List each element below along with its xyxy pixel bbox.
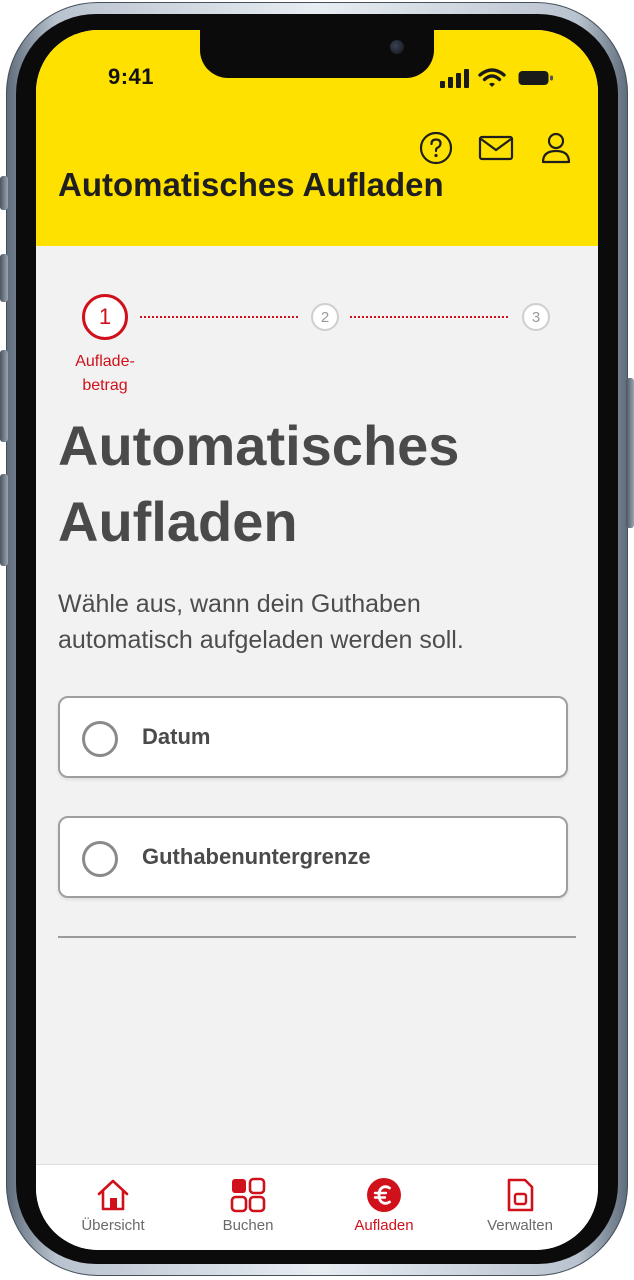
- option-datum-label: Datum: [142, 724, 211, 749]
- progress-stepper: 1 2 3 Auflade- betrag: [36, 294, 598, 404]
- notch: [200, 30, 434, 78]
- step-3-indicator: 3: [522, 303, 550, 331]
- page-description: Wähle aus, wann dein Guthaben automatisc…: [58, 586, 578, 658]
- nav-item-aufladen[interactable]: Aufladen: [324, 1177, 444, 1247]
- radio-datum[interactable]: [82, 721, 118, 757]
- nav-label-verwalten: Verwalten: [487, 1217, 553, 1234]
- step-connector-1: [140, 316, 298, 318]
- page-title-line1: Automatisches: [58, 414, 460, 477]
- bottom-navigation: Übersicht Buchen Aufladen Verwalten: [36, 1164, 598, 1250]
- mail-icon[interactable]: [478, 130, 514, 166]
- nav-label-uebersicht: Übersicht: [81, 1217, 145, 1234]
- nav-label-buchen: Buchen: [222, 1217, 274, 1234]
- page-description-line2: automatisch aufgeladen werden soll.: [58, 626, 464, 654]
- option-datum[interactable]: Datum: [58, 696, 568, 778]
- status-icons: [440, 68, 556, 88]
- nav-item-verwalten[interactable]: Verwalten: [460, 1177, 580, 1247]
- app-header: 9:41 Automatisches Aufladen: [36, 30, 598, 246]
- user-icon[interactable]: [538, 130, 574, 166]
- option-guthabenuntergrenze-label: Guthabenuntergrenze: [142, 844, 371, 869]
- radio-guthabenuntergrenze[interactable]: [82, 841, 118, 877]
- nav-item-uebersicht[interactable]: Übersicht: [53, 1177, 173, 1247]
- page-description-line1: Wähle aus, wann dein Guthaben: [58, 590, 421, 618]
- home-icon: [97, 1179, 129, 1211]
- option-guthabenuntergrenze[interactable]: Guthabenuntergrenze: [58, 816, 568, 898]
- wifi-icon: [478, 68, 506, 87]
- step-1-indicator: 1: [82, 294, 128, 340]
- header-actions: [418, 130, 578, 166]
- grid-icon: [230, 1177, 266, 1213]
- sim-card-icon: [507, 1178, 534, 1212]
- front-camera: [390, 40, 404, 54]
- step-1-label-line2: betrag: [82, 377, 128, 394]
- step-1-label: Auflade- betrag: [62, 350, 148, 398]
- help-icon[interactable]: [418, 130, 454, 166]
- phone-volume-up: [0, 254, 8, 302]
- phone-volume-up-button: [0, 350, 8, 442]
- page-title: Automatisches Aufladen: [58, 408, 578, 560]
- phone-power-button: [626, 378, 634, 528]
- phone-volume-down-button: [0, 474, 8, 566]
- step-2-indicator: 2: [311, 303, 339, 331]
- signal-icon: [440, 69, 469, 88]
- step-connector-2: [350, 316, 508, 318]
- status-time: 9:41: [108, 64, 155, 89]
- nav-item-buchen[interactable]: Buchen: [188, 1177, 308, 1247]
- page-title-line2: Aufladen: [58, 490, 298, 553]
- phone-mute-switch: [0, 176, 8, 210]
- euro-icon: [367, 1178, 401, 1212]
- content-divider: [58, 936, 576, 938]
- nav-label-aufladen: Aufladen: [354, 1217, 414, 1234]
- app-screen: 9:41 Automatisches Aufladen 1 2 3 Auflad…: [36, 30, 598, 1250]
- step-1-label-line1: Auflade-: [75, 353, 135, 370]
- header-title: Automatisches Aufladen: [58, 166, 444, 203]
- battery-icon: [518, 71, 553, 85]
